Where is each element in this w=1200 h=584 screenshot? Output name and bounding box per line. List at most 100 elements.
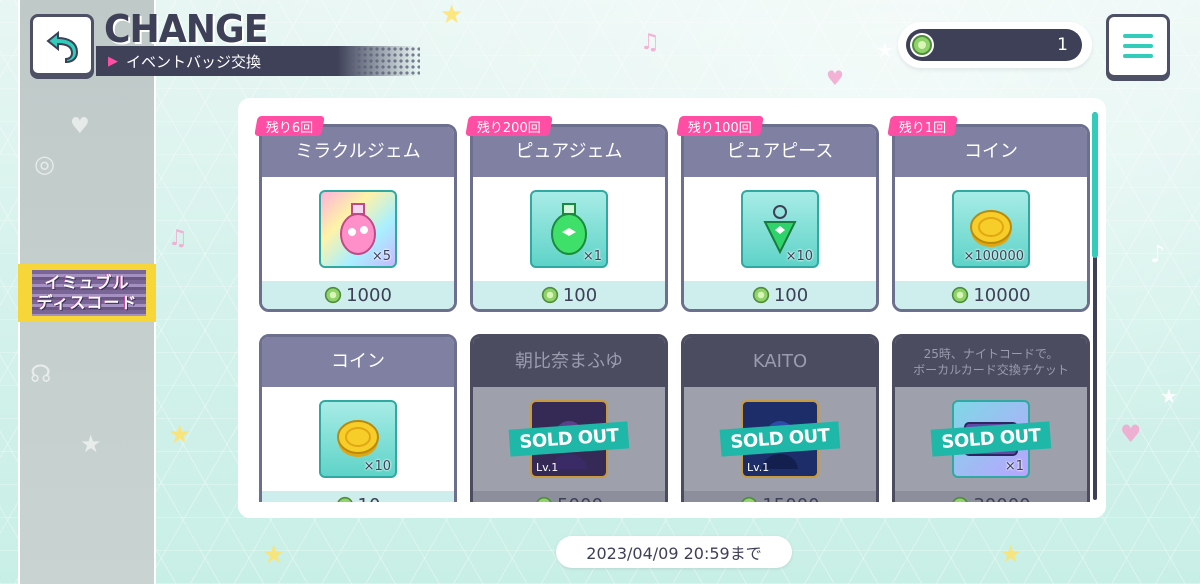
counter-value: 1	[1057, 35, 1068, 55]
star-icon: ★	[1160, 384, 1178, 408]
event-badge-icon	[910, 33, 934, 57]
exchange-item-card[interactable]: ミラクルジェム ×5 1000	[259, 124, 457, 312]
exchange-item-card[interactable]: ピュアジェム ×1 100	[470, 124, 668, 312]
menu-icon-bar	[1123, 44, 1153, 48]
deadline-text: 2023/04/09 20:59まで	[586, 544, 762, 563]
item-thumb-area: Lv.1 SOLD OUT	[473, 387, 665, 491]
item-price-value: 30000	[973, 495, 1030, 503]
item-price-value: 10000	[973, 284, 1031, 306]
item-price-value: 10	[358, 495, 381, 503]
item-thumb-area: ×10	[262, 387, 454, 491]
item-price-value: 100	[773, 284, 809, 306]
star-icon: ★	[262, 540, 286, 570]
item-name: KAITO	[684, 337, 876, 387]
item-quantity: ×100000	[963, 249, 1024, 264]
item-price: 10	[262, 491, 454, 502]
star-icon: ★	[168, 420, 192, 450]
sold-out-badge: SOLD OUT	[719, 421, 841, 457]
event-badge-icon	[740, 496, 758, 502]
item-thumb-area: ×5	[262, 177, 454, 281]
play-triangle-icon: ▶	[108, 53, 118, 69]
remaining-count-tag: 残り6回	[254, 116, 326, 136]
item-price: 100	[473, 281, 665, 309]
item-quantity: ×1	[582, 249, 602, 264]
item-price: 30000	[895, 491, 1087, 502]
event-badge-icon	[951, 496, 969, 502]
exchange-item-card[interactable]: コイン ×10 10	[259, 334, 457, 502]
remaining-count-text: 残り1回	[899, 120, 947, 136]
item-price-value: 100	[562, 284, 598, 306]
subtitle-text: イベントバッジ交換	[126, 52, 262, 71]
event-badge-icon	[336, 496, 354, 502]
exchange-item-card-sold-out[interactable]: 朝比奈まふゆ Lv.1 SOLD OUT 5000	[470, 334, 668, 502]
disc-icon: ◎	[34, 150, 55, 178]
back-arrow-icon	[46, 30, 79, 64]
music-note-icon: ♪	[1150, 240, 1166, 268]
item-quantity: ×10	[363, 459, 391, 474]
music-note-icon: ♫	[640, 30, 660, 55]
item-thumb-area: ×100000	[895, 177, 1087, 281]
remaining-count-text: 残り100回	[688, 120, 752, 136]
coin-icon: ×100000	[952, 190, 1030, 268]
item-thumb-area: Lv.1 SOLD OUT	[684, 387, 876, 491]
item-name: 朝比奈まふゆ	[473, 337, 665, 387]
pure-gem-icon: ×1	[530, 190, 608, 268]
exchange-item-card-sold-out[interactable]: KAITO Lv.1 SOLD OUT 15000	[681, 334, 879, 502]
remaining-count-text: 残り200回	[477, 120, 541, 136]
page-title: CHANGE	[104, 7, 268, 51]
unit-name-line1: イミュブル	[44, 273, 130, 292]
heart-icon: ♥	[70, 114, 90, 139]
item-price: 10000	[895, 281, 1087, 309]
exchange-item-card-sold-out[interactable]: 25時、ナイトコードで。 ボーカルカード交換チケット ×1 SOLD OUT 3…	[892, 334, 1090, 502]
item-price-value: 5000	[557, 495, 603, 503]
music-note-icon: ♫	[168, 226, 188, 251]
remaining-count-tag: 残り100回	[676, 116, 764, 136]
item-price: 5000	[473, 491, 665, 502]
star-icon: ★	[440, 0, 464, 30]
scrollbar-thumb[interactable]	[1092, 112, 1098, 258]
coin-icon: ×10	[319, 400, 397, 478]
subtitle-dots-decoration	[350, 46, 420, 76]
pure-piece-icon: ×10	[741, 190, 819, 268]
exchange-item-card[interactable]: コイン ×100000 10000	[892, 124, 1090, 312]
item-name-line2: ボーカルカード交換チケット	[913, 363, 1069, 377]
item-grid-row-2: コイン ×10 10 朝比奈まふゆ Lv.1 SOLD OUT 5000 KAI…	[238, 330, 1093, 502]
star-icon: ★	[80, 430, 102, 458]
item-thumb-area: ×1	[473, 177, 665, 281]
back-button[interactable]	[30, 14, 94, 76]
menu-button[interactable]	[1106, 14, 1170, 78]
unit-name-tag: イミュブル ディスコード	[18, 264, 156, 322]
event-badge-icon	[324, 286, 342, 304]
remaining-count-tag: 残り200回	[465, 116, 553, 136]
item-name-line1: 25時、ナイトコードで。	[923, 347, 1059, 361]
exchange-item-card[interactable]: ピュアピース ×10 100	[681, 124, 879, 312]
headphones-icon: ☊	[30, 360, 52, 388]
event-badge-icon	[752, 286, 770, 304]
miracle-gem-icon: ×5	[319, 190, 397, 268]
event-badge-icon	[541, 286, 559, 304]
event-badge-icon	[535, 496, 553, 502]
exchange-deadline: 2023/04/09 20:59まで	[556, 536, 792, 568]
card-level: Lv.1	[536, 461, 559, 474]
remaining-count-tag: 残り1回	[887, 116, 959, 136]
star-icon: ★	[876, 38, 894, 62]
sold-out-badge: SOLD OUT	[508, 421, 630, 457]
item-thumb-area: ×10	[684, 177, 876, 281]
remaining-count-text: 残り6回	[266, 120, 314, 136]
item-price: 1000	[262, 281, 454, 309]
item-price: 100	[684, 281, 876, 309]
item-quantity: ×5	[371, 249, 391, 264]
event-badge-icon	[951, 286, 969, 304]
unit-name-line2: ディスコード	[36, 293, 138, 312]
card-level: Lv.1	[747, 461, 770, 474]
sold-out-badge: SOLD OUT	[930, 421, 1052, 457]
star-icon: ★	[1000, 540, 1022, 568]
item-quantity: ×1	[1004, 459, 1024, 474]
item-name: 25時、ナイトコードで。 ボーカルカード交換チケット	[895, 337, 1087, 387]
menu-icon	[1123, 34, 1153, 38]
item-quantity: ×10	[785, 249, 813, 264]
item-price: 15000	[684, 491, 876, 502]
heart-icon: ♥	[1120, 420, 1142, 448]
item-price-value: 15000	[762, 495, 819, 503]
heart-icon: ♥	[826, 66, 844, 90]
